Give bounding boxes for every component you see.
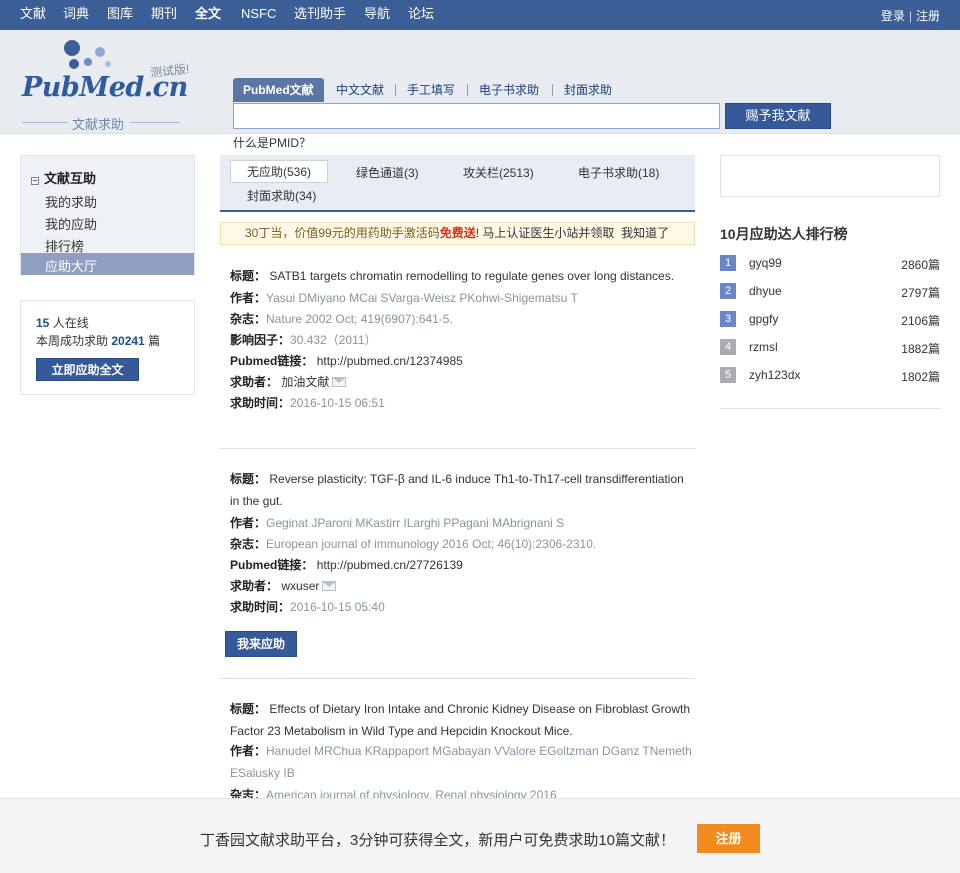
entry-title: 标题： SATB1 targets chromatin remodelling … xyxy=(230,269,675,283)
pubmed-logo[interactable]: PubMed.cn 测试版! 文献求助 xyxy=(22,38,212,134)
nav-link-journals[interactable]: 期刊 xyxy=(151,6,177,22)
account-links: 登录 | 注册 xyxy=(881,7,940,24)
tab-manual-entry[interactable]: 手工填写 xyxy=(407,78,455,102)
rank-username[interactable]: rzmsl xyxy=(749,340,778,354)
sidebar-menu: − 文献互助 我的求助 我的应助 排行榜 应助大厅 xyxy=(20,155,195,275)
rank-username[interactable]: gyq99 xyxy=(749,256,782,270)
entry-impact: 影响因子：30.432（2011） xyxy=(230,333,377,347)
nav-link-fulltext[interactable]: 全文 xyxy=(195,6,221,22)
register-link[interactable]: 注册 xyxy=(916,9,940,23)
nav-link-literature[interactable]: 文献 xyxy=(20,6,46,22)
nav-link-journal-assistant[interactable]: 选刊助手 xyxy=(294,6,346,22)
dismiss-link[interactable]: 我知道了 xyxy=(621,226,669,240)
ranking-row: 5 zyh123dx 1802篇 xyxy=(720,367,940,384)
entry-link: Pubmed链接： http://pubmed.cn/27726139 xyxy=(230,558,463,572)
ad-placeholder xyxy=(720,155,940,197)
collapse-icon[interactable]: − xyxy=(31,177,39,185)
promo-notice: 30丁当，价值99元的用药助手激活码免费送! 马上认证医生小站并领取 我知道了 xyxy=(220,222,695,245)
online-count: 15 人在线 xyxy=(36,316,89,330)
sidebar-title[interactable]: − 文献互助 xyxy=(31,168,96,187)
search-button[interactable]: 赐予我文献 xyxy=(725,103,831,129)
search-input[interactable] xyxy=(233,103,720,129)
ranking-row: 4 rzmsl 1882篇 xyxy=(720,339,940,356)
entry-journal: 杂志：European journal of immunology 2016 O… xyxy=(230,537,597,551)
entry-time: 求助时间：2016-10-15 05:40 xyxy=(230,600,385,614)
rank-badge: 2 xyxy=(720,283,736,299)
nav-link-forum[interactable]: 论坛 xyxy=(408,6,434,22)
entry-journal: 杂志：Nature 2002 Oct; 419(6907):641-5. xyxy=(230,312,453,326)
banner-register-button[interactable]: 注册 xyxy=(697,824,760,853)
tab-ebook[interactable]: 电子书求助(18) xyxy=(578,164,659,181)
tab-tackle-column[interactable]: 攻关栏(2513) xyxy=(463,164,534,181)
nav-link-navigation[interactable]: 导航 xyxy=(364,6,390,22)
signup-banner: 丁香园文献求助平台，3分钟可获得全文，新用户可免费求助10篇文献！ 注册 xyxy=(0,798,960,873)
respond-button[interactable]: 我来应助 xyxy=(225,631,297,657)
ranking-divider xyxy=(720,408,940,409)
entry-time: 求助时间：2016-10-15 06:51 xyxy=(230,396,385,410)
logo-rule-left xyxy=(22,122,68,123)
mail-icon[interactable] xyxy=(332,377,347,387)
entry-authors: 作者：Yasui DMiyano MCai SVarga-Weisz PKohw… xyxy=(230,291,578,305)
entry-link: Pubmed链接： http://pubmed.cn/12374985 xyxy=(230,354,463,368)
banner-text: 丁香园文献求助平台，3分钟可获得全文，新用户可免费求助10篇文献！ xyxy=(200,832,676,849)
pmid-help-link[interactable]: 什么是PMID？ xyxy=(233,134,311,151)
login-link[interactable]: 登录 xyxy=(881,9,905,23)
rank-count: 2860篇 xyxy=(901,258,940,272)
ranking-row: 3 gpgfy 2106篇 xyxy=(720,311,940,328)
mail-icon[interactable] xyxy=(322,581,337,591)
entry-title: 标题： Effects of Dietary Iron Intake and C… xyxy=(230,702,691,738)
tab-cover[interactable]: 封面求助(34) xyxy=(247,187,316,204)
entry-divider xyxy=(220,678,695,679)
rank-badge: 5 xyxy=(720,367,736,383)
respond-fulltext-button[interactable]: 立即应助全文 xyxy=(36,358,139,381)
tab-ebook-request[interactable]: 电子书求助 xyxy=(479,78,539,102)
entry-divider xyxy=(220,448,695,449)
rank-username[interactable]: gpgfy xyxy=(749,312,778,326)
ranking-title: 10月应助达人排行榜 xyxy=(720,226,848,242)
entry-requester: 求助者： 加油文献 xyxy=(230,373,347,390)
top-nav-bar: 文献 词典 图库 期刊 全文 NSFC 选刊助手 导航 论坛 登录 | 注册 xyxy=(0,0,960,30)
entry-requester: 求助者： wxuser xyxy=(230,577,337,594)
sidebar-item-my-requests[interactable]: 我的求助 xyxy=(45,192,97,211)
rank-badge: 1 xyxy=(720,255,736,271)
weekly-count: 本周成功求助 20241 篇 xyxy=(36,334,161,348)
rank-username[interactable]: zyh123dx xyxy=(749,368,800,382)
tab-separator xyxy=(467,84,468,96)
rank-count: 1802篇 xyxy=(901,370,940,384)
rank-badge: 4 xyxy=(720,339,736,355)
rank-count: 2106篇 xyxy=(901,314,940,328)
logo-subtitle: 文献求助 xyxy=(72,117,125,132)
tab-separator xyxy=(395,84,396,96)
tab-cover-request[interactable]: 封面求助 xyxy=(564,78,612,102)
rank-badge: 3 xyxy=(720,311,736,327)
entry-authors: 作者：Hanudel MRChua KRappaport MGabayan VV… xyxy=(230,744,692,780)
logo-rule-right xyxy=(130,122,180,123)
rank-username[interactable]: dhyue xyxy=(749,284,782,298)
sidebar-item-my-responses[interactable]: 我的应助 xyxy=(45,214,97,233)
tab-chinese-literature[interactable]: 中文文献 xyxy=(336,78,384,102)
nav-link-nsfc[interactable]: NSFC xyxy=(241,6,276,22)
nav-link-dictionary[interactable]: 词典 xyxy=(63,6,89,22)
request-tabs: 无应助(536) 绿色通道(3) 攻关栏(2513) 电子书求助(18) 封面求… xyxy=(220,155,695,212)
stats-box: 15 人在线 本周成功求助 20241 篇 立即应助全文 xyxy=(20,300,195,395)
rank-count: 2797篇 xyxy=(901,286,940,300)
tab-no-response[interactable]: 无应助(536) xyxy=(230,160,329,183)
ranking-row: 1 gyq99 2860篇 xyxy=(720,255,940,272)
rank-count: 1882篇 xyxy=(901,342,940,356)
tab-separator xyxy=(552,84,553,96)
account-separator: | xyxy=(908,9,912,23)
entry-title: 标题： Reverse plasticity: TGF-β and IL-6 i… xyxy=(230,472,684,508)
nav-link-images[interactable]: 图库 xyxy=(107,6,133,22)
ranking-row: 2 dhyue 2797篇 xyxy=(720,283,940,300)
entry-authors: 作者：Geginat JParoni MKastirr ILarghi PPag… xyxy=(230,516,565,530)
tab-green-channel[interactable]: 绿色通道(3) xyxy=(356,164,419,181)
tab-pubmed[interactable]: PubMed文献 xyxy=(233,78,324,102)
header: PubMed.cn 测试版! 文献求助 PubMed文献 中文文献 手工填写 电… xyxy=(0,30,960,150)
sidebar-item-help-hall[interactable]: 应助大厅 xyxy=(21,253,194,275)
